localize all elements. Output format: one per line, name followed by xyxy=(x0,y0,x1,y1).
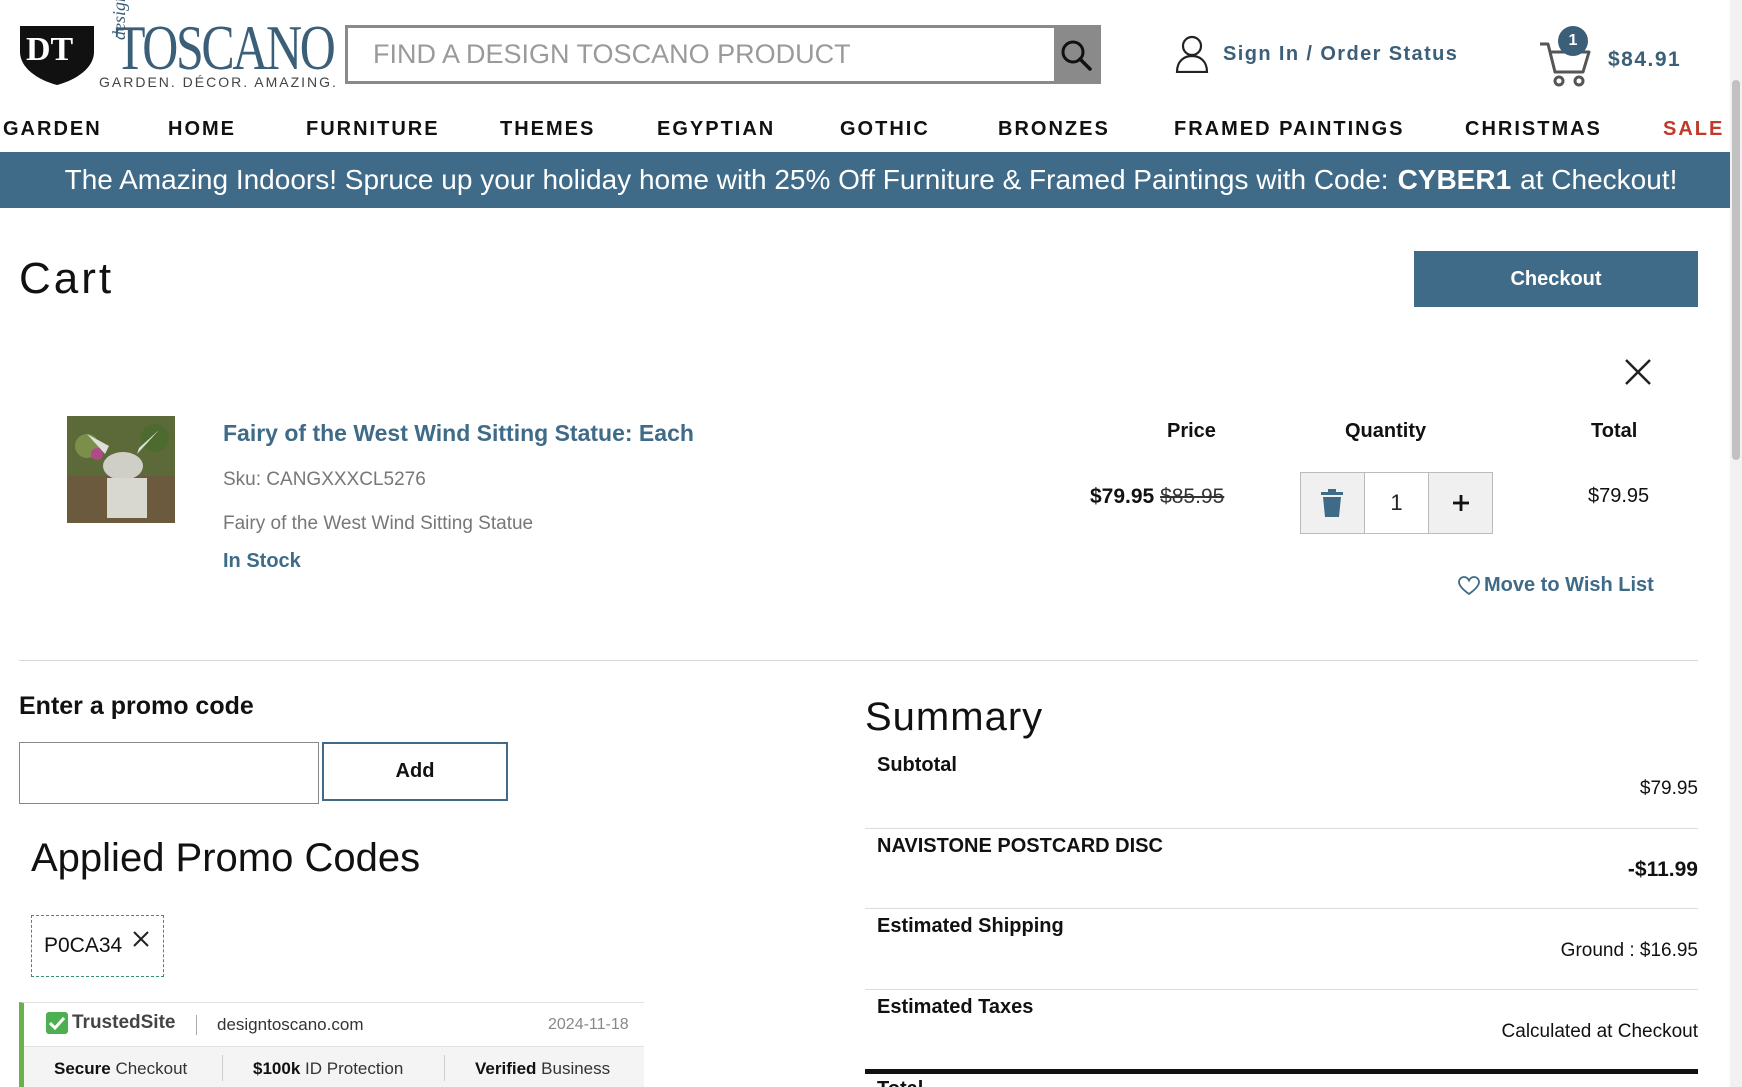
sign-in-label: Sign In / Order Status xyxy=(1223,42,1459,65)
cart-total-amount: $84.91 xyxy=(1608,48,1682,71)
discount-value: -$11.99 xyxy=(1627,858,1698,881)
move-to-wishlist-link[interactable]: Move to Wish List xyxy=(1458,574,1654,597)
nav-item-home[interactable]: HOME xyxy=(168,118,236,141)
taxes-value: Calculated at Checkout xyxy=(1501,1021,1698,1042)
search-button[interactable] xyxy=(1054,28,1098,81)
scrollbar-thumb[interactable] xyxy=(1732,80,1740,460)
banner-text: The Amazing Indoors! Spruce up your holi… xyxy=(64,164,1389,195)
increase-quantity-button[interactable] xyxy=(1428,472,1493,534)
discount-label: NAVISTONE POSTCARD DISC xyxy=(877,835,1163,857)
summary-total-rule xyxy=(865,1069,1698,1074)
logo-tagline: GARDEN. DÉCOR. AMAZING. xyxy=(99,74,338,90)
promo-code-input[interactable] xyxy=(19,742,319,804)
sign-in-link[interactable]: Sign In / Order Status xyxy=(1175,34,1458,74)
main-nav: GARDEN HOME FURNITURE THEMES EGYPTIAN GO… xyxy=(0,112,1742,152)
nav-item-bronzes[interactable]: BRONZES xyxy=(998,118,1110,141)
promo-banner[interactable]: The Amazing Indoors! Spruce up your holi… xyxy=(0,152,1742,208)
nav-item-furniture[interactable]: FURNITURE xyxy=(306,118,440,141)
search-bar xyxy=(345,25,1101,84)
trusted-date: 2024-11-18 xyxy=(548,1016,629,1033)
summary-divider xyxy=(865,908,1698,909)
price-column-header: Price xyxy=(1167,420,1216,442)
nav-item-egyptian[interactable]: EGYPTIAN xyxy=(657,118,775,141)
stock-status: In Stock xyxy=(223,550,301,572)
page-title: Cart xyxy=(19,254,115,303)
feature-secure: Secure Checkout xyxy=(54,1059,188,1078)
subtotal-value: $79.95 xyxy=(1639,778,1698,799)
applied-promo-chip: P0CA34 xyxy=(31,915,164,977)
site-header: DT design TOSCANO GARDEN. DÉCOR. AMAZING… xyxy=(0,0,1742,110)
nav-item-framed-paintings[interactable]: FRAMED PAINTINGS xyxy=(1174,118,1405,141)
shipping-label: Estimated Shipping xyxy=(877,915,1064,937)
trustedsite-logo: TrustedSite xyxy=(46,1012,175,1034)
search-icon xyxy=(1061,40,1092,71)
heart-icon xyxy=(1458,575,1480,595)
feature-id-protection: $100k ID Protection xyxy=(253,1059,404,1078)
nav-item-sale[interactable]: SALE xyxy=(1663,118,1724,141)
plus-icon xyxy=(1452,495,1469,511)
shipping-value: Ground : $16.95 xyxy=(1560,940,1698,961)
applied-promo-heading: Applied Promo Codes xyxy=(31,836,421,880)
section-divider xyxy=(19,660,1698,661)
summary-divider xyxy=(865,828,1698,829)
taxes-label: Estimated Taxes xyxy=(877,996,1034,1018)
quantity-stepper: 1 xyxy=(1300,472,1493,534)
nav-item-christmas[interactable]: CHRISTMAS xyxy=(1465,118,1602,141)
add-promo-button[interactable]: Add xyxy=(322,742,508,801)
product-thumbnail[interactable] xyxy=(67,416,175,523)
nav-item-themes[interactable]: THEMES xyxy=(500,118,595,141)
product-description: Fairy of the West Wind Sitting Statue xyxy=(223,513,534,534)
delete-item-button[interactable] xyxy=(1300,472,1365,534)
total-label: Total xyxy=(877,1078,923,1087)
line-total: $79.95 xyxy=(1588,485,1650,507)
site-logo[interactable]: DT design TOSCANO GARDEN. DÉCOR. AMAZING… xyxy=(18,0,336,92)
summary-divider xyxy=(865,989,1698,990)
remove-promo-icon[interactable] xyxy=(132,930,150,948)
item-price: $79.95 $85.95 xyxy=(1090,485,1224,509)
original-price: $85.95 xyxy=(1160,485,1225,508)
trustedsite-badge[interactable]: TrustedSite designtoscano.com 2024-11-18… xyxy=(19,1002,644,1087)
checkout-button[interactable]: Checkout xyxy=(1414,251,1698,307)
quantity-column-header: Quantity xyxy=(1345,420,1427,442)
svg-text:DT: DT xyxy=(26,31,74,68)
page-scrollbar[interactable] xyxy=(1730,0,1742,1087)
trash-icon xyxy=(1321,489,1344,517)
promo-heading: Enter a promo code xyxy=(19,692,254,720)
banner-code: CYBER1 xyxy=(1397,164,1512,195)
product-name-link[interactable]: Fairy of the West Wind Sitting Statue: E… xyxy=(223,420,694,447)
trustedsite-name: TrustedSite xyxy=(72,1012,176,1033)
separator xyxy=(196,1015,197,1035)
subtotal-label: Subtotal xyxy=(877,754,957,776)
statue-image xyxy=(67,416,175,523)
trusted-features: Secure Checkout $100k ID Protection Veri… xyxy=(24,1046,644,1087)
wishlist-label: Move to Wish List xyxy=(1484,574,1654,596)
checkmark-icon xyxy=(46,1012,68,1034)
product-sku: Sku: CANGXXXCL5276 xyxy=(223,469,426,490)
total-column-header: Total xyxy=(1591,420,1638,442)
quantity-value[interactable]: 1 xyxy=(1364,472,1429,534)
nav-item-gothic[interactable]: GOTHIC xyxy=(840,118,930,141)
dt-shield-icon: DT xyxy=(20,26,94,85)
logo-wordmark: TOSCANO xyxy=(115,12,336,83)
user-icon xyxy=(1175,35,1209,73)
remove-item-icon[interactable] xyxy=(1622,356,1654,388)
nav-item-garden[interactable]: GARDEN xyxy=(3,118,102,141)
banner-text-end: at Checkout! xyxy=(1520,164,1678,195)
sale-price: $79.95 xyxy=(1090,485,1155,508)
summary-heading: Summary xyxy=(865,695,1044,739)
promo-code-label: P0CA34 xyxy=(44,934,123,957)
mini-cart[interactable]: 1 $84.91 xyxy=(1538,26,1738,87)
cart-count-badge: 1 xyxy=(1558,26,1588,56)
trusted-domain: designtoscano.com xyxy=(217,1015,364,1034)
feature-verified: Verified Business xyxy=(475,1059,611,1078)
search-input[interactable] xyxy=(348,28,1057,81)
